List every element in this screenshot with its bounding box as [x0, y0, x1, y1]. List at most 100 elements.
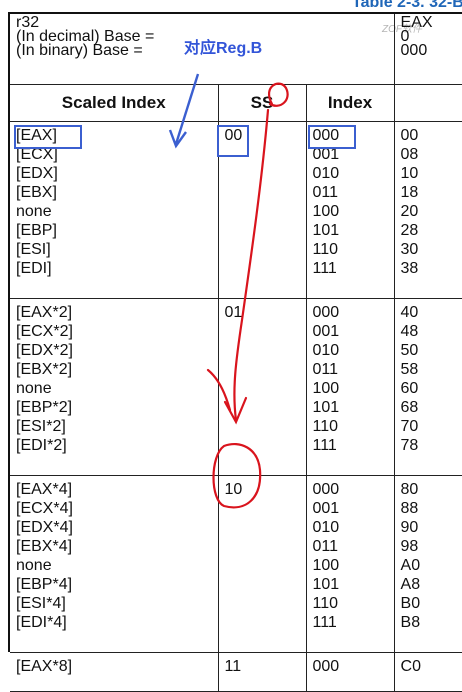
index-entry: 000 — [312, 304, 340, 321]
index-entry: 110 — [312, 241, 339, 258]
col-header-scaled-index: Scaled Index — [10, 84, 219, 122]
hex-entry: 28 — [400, 222, 419, 239]
index-cell: 000 001 010 011 100 101 110 111 — [306, 298, 395, 476]
hex-entry: 98 — [400, 538, 419, 555]
index-entry: 111 — [312, 260, 337, 277]
hex-entry: 70 — [400, 418, 419, 435]
index-entry: 111 — [312, 614, 337, 631]
hex-entry: 18 — [400, 184, 419, 201]
hex-cell: 40 48 50 58 60 68 70 78 — [394, 298, 462, 476]
reg-entry: [EBP*4] — [16, 576, 73, 593]
reg-entry: [ECX*2] — [16, 323, 73, 340]
hex-entry: 88 — [400, 500, 419, 517]
scaled-index-cell: [EAX] [ECX] [EDX] [EBX] none [EBP] [ESI]… — [10, 121, 219, 299]
ss-value: 00 — [224, 127, 243, 144]
hex-entry: 10 — [400, 165, 419, 182]
hex-cell: 80 88 90 98 A0 A8 B0 B8 — [394, 475, 462, 653]
annotation-note: 对应Reg.B — [184, 40, 263, 57]
index-entry: 001 — [312, 323, 340, 340]
hex-entry: 80 — [400, 481, 419, 498]
ss-value: 11 — [224, 658, 242, 675]
hex-entry: 00 — [400, 127, 419, 144]
reg-entry: [EBP*2] — [16, 399, 73, 416]
ss-value: 10 — [224, 481, 243, 498]
hex-entry: 68 — [400, 399, 419, 416]
reg-entry: [ECX] — [16, 146, 58, 163]
header-right-cell: EAX 0 000 — [394, 14, 462, 85]
hex-entry: 20 — [400, 203, 419, 220]
index-entry: 101 — [312, 222, 340, 239]
hex-entry: 78 — [400, 437, 419, 454]
index-entry: 001 — [312, 500, 340, 517]
hex-entry: A8 — [400, 576, 421, 593]
index-cell: 000 001 010 011 100 101 110 111 — [306, 475, 395, 653]
index-cell: 000 001 010 011 100 101 110 111 — [306, 121, 395, 299]
reg-entry: none — [16, 380, 52, 397]
hex-entry: 30 — [400, 241, 419, 258]
column-header-row: Scaled Index SS Index — [10, 84, 462, 122]
col-header-index: Index — [306, 84, 395, 122]
hex-entry: 50 — [400, 342, 419, 359]
table-row: [EAX*4] [ECX*4] [EDX*4] [EBX*4] none [EB… — [10, 475, 462, 653]
index-entry: 100 — [312, 203, 340, 220]
hex-entry: B0 — [400, 595, 421, 612]
reg-entry: [EDI] — [16, 260, 52, 277]
reg-entry: [EBX] — [16, 184, 57, 201]
index-cell: 000 — [306, 652, 395, 692]
ss-cell: 11 — [218, 652, 307, 692]
hex-entry: 90 — [400, 519, 419, 536]
index-entry: 011 — [312, 538, 339, 555]
hex-entry: 58 — [400, 361, 419, 378]
addressing-table: r32 (In decimal) Base = (In binary) Base… — [8, 12, 462, 692]
table-row: [EAX*2] [ECX*2] [EDX*2] [EBX*2] none [EB… — [10, 298, 462, 476]
reg-entry: [EBX*4] — [16, 538, 73, 555]
index-entry: 001 — [312, 146, 340, 163]
reg-entry: [EDX*2] — [16, 342, 73, 359]
reg-entry: [ESI] — [16, 241, 51, 258]
scaled-index-cell: [EAX*4] [ECX*4] [EDX*4] [EBX*4] none [EB… — [10, 475, 219, 653]
index-entry: 101 — [312, 399, 340, 416]
col-header-blank — [394, 84, 462, 122]
base-reg-name: EAX — [400, 14, 433, 31]
index-entry: 101 — [312, 576, 340, 593]
reg-entry: [ESI*2] — [16, 418, 66, 435]
table-row: [EAX*8] 11 000 C0 — [10, 652, 462, 692]
reg-entry: [EBX*2] — [16, 361, 73, 378]
index-entry: 110 — [312, 418, 339, 435]
table-row: [EAX] [ECX] [EDX] [EBX] none [EBP] [ESI]… — [10, 121, 462, 299]
hex-entry: 38 — [400, 260, 419, 277]
index-entry: 000 — [312, 481, 340, 498]
reg-entry: [EAX*2] — [16, 304, 73, 321]
ss-cell: 10 — [218, 475, 307, 653]
hex-entry: C0 — [400, 658, 421, 675]
scaled-index-cell: [EAX*2] [ECX*2] [EDX*2] [EBX*2] none [EB… — [10, 298, 219, 476]
reg-entry: [EDI*2] — [16, 437, 67, 454]
reg-entry: [EDI*4] — [16, 614, 67, 631]
reg-entry: [EAX*4] — [16, 481, 73, 498]
index-entry: 011 — [312, 361, 339, 378]
hex-entry: 48 — [400, 323, 419, 340]
index-entry: 000 — [312, 658, 340, 675]
reg-entry: [ESI*4] — [16, 595, 66, 612]
ss-cell: 00 — [218, 121, 307, 299]
index-entry: 111 — [312, 437, 337, 454]
index-entry: 100 — [312, 380, 340, 397]
index-entry: 110 — [312, 595, 339, 612]
reg-entry: none — [16, 203, 52, 220]
hex-entry: A0 — [400, 557, 421, 574]
base-binary-value: 000 — [400, 42, 428, 59]
index-entry: 100 — [312, 557, 340, 574]
reg-entry: [EDX] — [16, 165, 58, 182]
hex-entry: B8 — [400, 614, 421, 631]
index-entry: 010 — [312, 165, 340, 182]
scaled-index-cell: [EAX*8] — [10, 652, 219, 692]
hex-cell: 00 08 10 18 20 28 30 38 — [394, 121, 462, 299]
hex-entry: 08 — [400, 146, 419, 163]
ss-cell: 01 — [218, 298, 307, 476]
reg-entry: [EDX*4] — [16, 519, 73, 536]
hex-entry: 40 — [400, 304, 419, 321]
reg-entry: none — [16, 557, 52, 574]
reg-entry: [ECX*4] — [16, 500, 73, 517]
index-entry: 010 — [312, 342, 340, 359]
index-entry: 000 — [312, 127, 340, 144]
